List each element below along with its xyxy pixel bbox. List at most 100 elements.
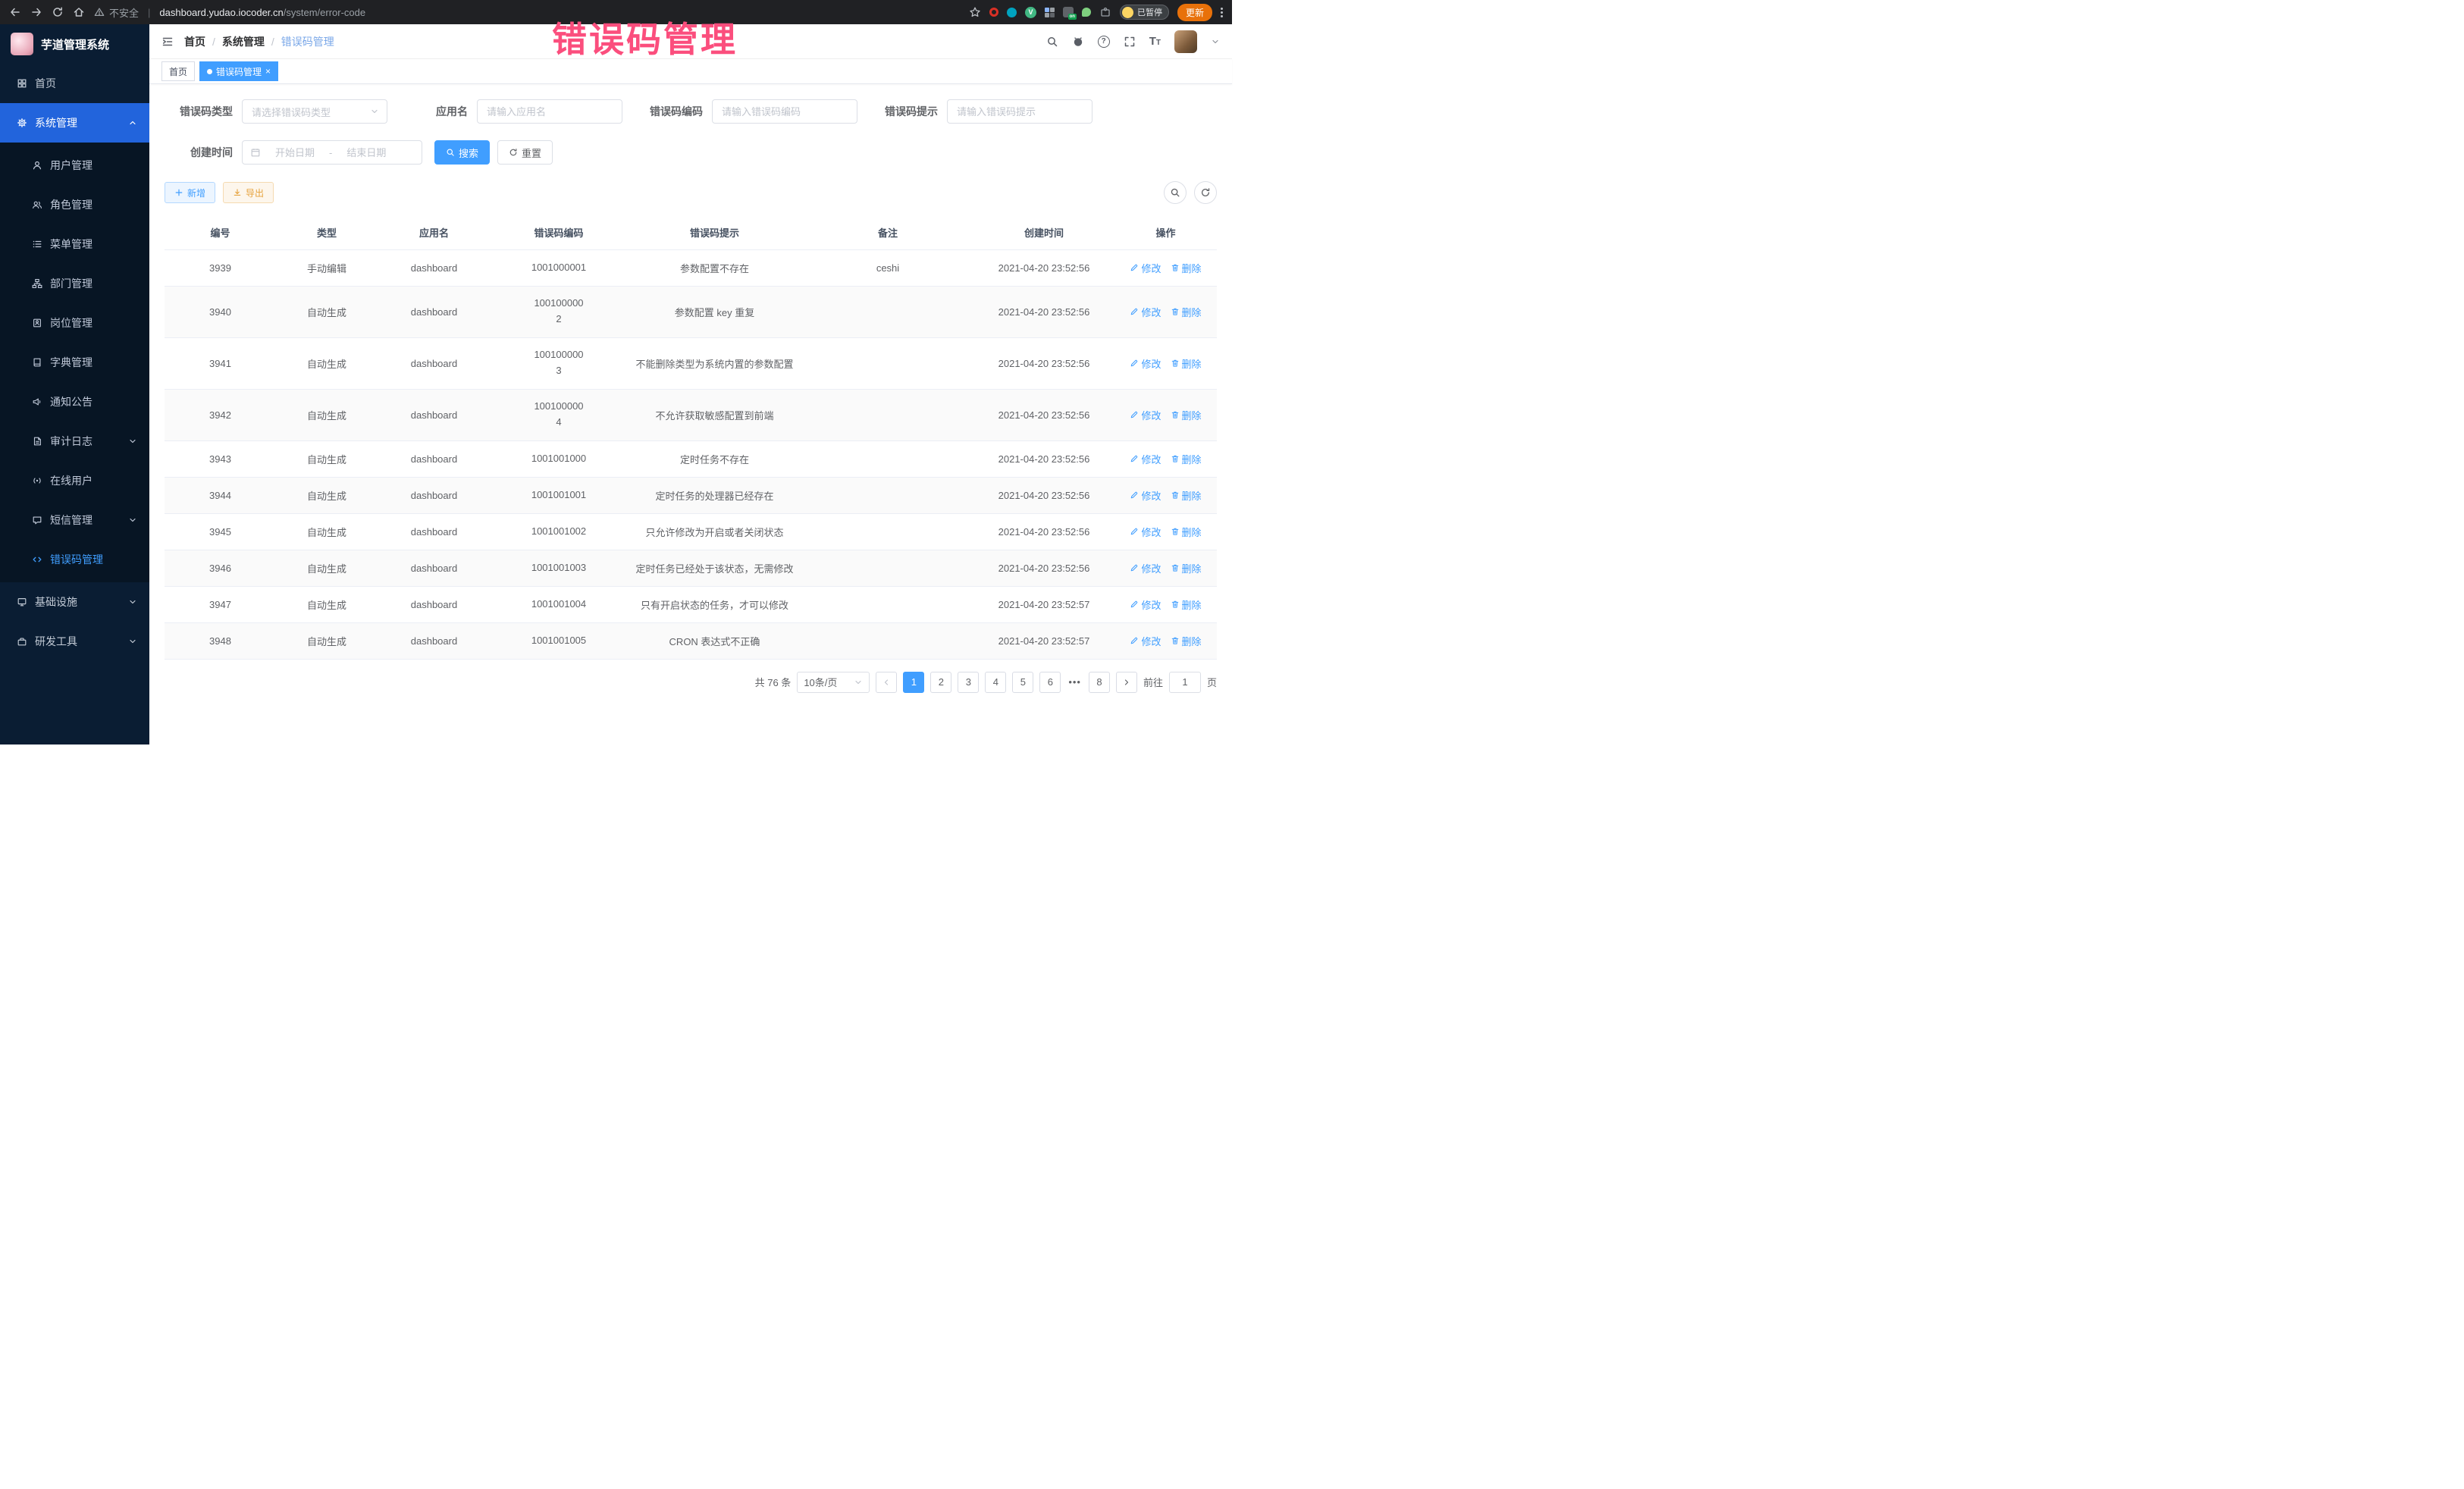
sidebar-item-error-code-management[interactable]: 错误码管理 [0, 540, 149, 579]
github-icon[interactable] [1072, 36, 1084, 48]
delete-link[interactable]: 删除 [1171, 356, 1202, 371]
sidebar-item-dev-tools[interactable]: 研发工具 [0, 622, 149, 661]
page-button[interactable]: 3 [958, 672, 979, 693]
sidebar-item-home[interactable]: 首页 [0, 64, 149, 103]
edit-link[interactable]: 修改 [1130, 452, 1161, 466]
delete-link[interactable]: 删除 [1171, 408, 1202, 422]
address-bar[interactable]: dashboard.yudao.iocoder.cn/system/error-… [159, 7, 365, 18]
edit-link[interactable]: 修改 [1130, 356, 1161, 371]
app-logo[interactable]: 芋道管理系统 [0, 24, 149, 64]
reset-button[interactable]: 重置 [497, 140, 553, 165]
prev-page-button[interactable] [876, 672, 897, 693]
add-button[interactable]: 新增 [165, 182, 215, 203]
date-range-picker[interactable]: - [242, 140, 422, 165]
edit-link[interactable]: 修改 [1130, 305, 1161, 319]
profile-chip[interactable]: 已暂停 [1120, 5, 1169, 20]
sidebar-item-user-management[interactable]: 用户管理 [0, 146, 149, 185]
toggle-search-button[interactable] [1164, 181, 1187, 204]
sidebar-item-system-management[interactable]: 系统管理 [0, 103, 149, 143]
bookmark-star-icon[interactable] [969, 6, 981, 18]
delete-link[interactable]: 删除 [1171, 261, 1202, 275]
export-button[interactable]: 导出 [223, 182, 274, 203]
edit-link[interactable]: 修改 [1130, 408, 1161, 422]
sidebar-item-dept-management[interactable]: 部门管理 [0, 264, 149, 303]
page-button[interactable]: 5 [1012, 672, 1033, 693]
security-indicator[interactable]: 不安全 [94, 5, 139, 20]
font-size-icon[interactable]: TT [1149, 36, 1161, 47]
page-button[interactable]: 6 [1039, 672, 1061, 693]
edit-link[interactable]: 修改 [1130, 488, 1161, 503]
paused-label: 已暂停 [1137, 6, 1162, 18]
extension-teal-icon[interactable] [1007, 8, 1017, 17]
tag-error-code-management[interactable]: 错误码管理 × [199, 61, 278, 81]
error-hint-input[interactable] [948, 100, 1092, 123]
sidebar-item-sms-management[interactable]: 短信管理 [0, 500, 149, 540]
refresh-table-button[interactable] [1194, 181, 1217, 204]
edit-link[interactable]: 修改 [1130, 525, 1161, 539]
page-button[interactable]: 4 [985, 672, 1006, 693]
edit-link[interactable]: 修改 [1130, 597, 1161, 612]
page-button[interactable]: 2 [930, 672, 951, 693]
code-icon [32, 554, 42, 565]
tag-home[interactable]: 首页 [161, 61, 195, 81]
add-button-label: 新增 [187, 187, 205, 199]
error-type-select[interactable]: 请选择错误码类型 [242, 99, 387, 124]
extension-leaf-icon[interactable] [1082, 8, 1091, 17]
more-pages-icon[interactable]: ••• [1067, 676, 1083, 688]
logo-image [11, 33, 33, 55]
cell-type: 自动生成 [276, 389, 378, 440]
search-button[interactable]: 搜索 [434, 140, 490, 165]
browser-reload-icon[interactable] [52, 6, 64, 18]
sidebar-item-audit-log[interactable]: 审计日志 [0, 422, 149, 461]
delete-link[interactable]: 删除 [1171, 597, 1202, 612]
sidebar-item-infrastructure[interactable]: 基础设施 [0, 582, 149, 622]
page-button[interactable]: 1 [903, 672, 924, 693]
next-page-button[interactable] [1116, 672, 1137, 693]
delete-link[interactable]: 删除 [1171, 634, 1202, 648]
edit-link[interactable]: 修改 [1130, 561, 1161, 575]
sidebar-item-notice[interactable]: 通知公告 [0, 382, 149, 422]
sidebar-item-role-management[interactable]: 角色管理 [0, 185, 149, 224]
extension-grid-icon[interactable] [1045, 8, 1055, 17]
start-date-input[interactable] [265, 141, 324, 164]
user-avatar[interactable] [1174, 30, 1197, 53]
delete-link[interactable]: 删除 [1171, 452, 1202, 466]
end-date-input[interactable] [337, 141, 396, 164]
delete-link[interactable]: 删除 [1171, 561, 1202, 575]
browser-home-icon[interactable] [73, 6, 85, 18]
sidebar-toggle-icon[interactable] [161, 36, 174, 48]
edit-link[interactable]: 修改 [1130, 634, 1161, 648]
browser-menu-icon[interactable] [1221, 8, 1223, 17]
delete-link[interactable]: 删除 [1171, 488, 1202, 503]
tag-close-icon[interactable]: × [265, 66, 271, 77]
delete-link[interactable]: 删除 [1171, 305, 1202, 319]
extensions-puzzle-icon[interactable] [1099, 6, 1111, 18]
goto-page-input[interactable] [1169, 672, 1201, 693]
search-icon[interactable] [1046, 36, 1058, 48]
page-button[interactable]: 8 [1089, 672, 1110, 693]
breadcrumb-item[interactable]: 首页 [184, 34, 205, 49]
edit-link[interactable]: 修改 [1130, 261, 1161, 275]
delete-link[interactable]: 删除 [1171, 525, 1202, 539]
refresh-icon [509, 148, 518, 157]
extension-red-icon[interactable] [989, 8, 998, 17]
fullscreen-icon[interactable] [1124, 36, 1136, 48]
browser-forward-icon[interactable] [30, 6, 42, 18]
help-icon[interactable]: ? [1098, 36, 1110, 48]
sidebar-item-menu-management[interactable]: 菜单管理 [0, 224, 149, 264]
app-name-input[interactable] [478, 100, 622, 123]
cell-code: 100100000 2 [491, 286, 627, 337]
vue-devtools-icon[interactable]: V [1025, 7, 1036, 18]
chevron-down-icon [128, 597, 137, 607]
error-code-input[interactable] [713, 100, 857, 123]
chevron-left-icon [882, 678, 891, 687]
browser-update-button[interactable]: 更新 [1177, 4, 1212, 21]
extension-on-icon[interactable]: on [1063, 7, 1074, 17]
breadcrumb-item[interactable]: 系统管理 [222, 34, 265, 49]
browser-back-icon[interactable] [9, 6, 21, 18]
sidebar-item-dict-management[interactable]: 字典管理 [0, 343, 149, 382]
caret-down-icon[interactable] [1211, 37, 1220, 46]
sidebar-item-online-users[interactable]: 在线用户 [0, 461, 149, 500]
sidebar-item-post-management[interactable]: 岗位管理 [0, 303, 149, 343]
page-size-select[interactable]: 10条/页 [797, 672, 870, 693]
